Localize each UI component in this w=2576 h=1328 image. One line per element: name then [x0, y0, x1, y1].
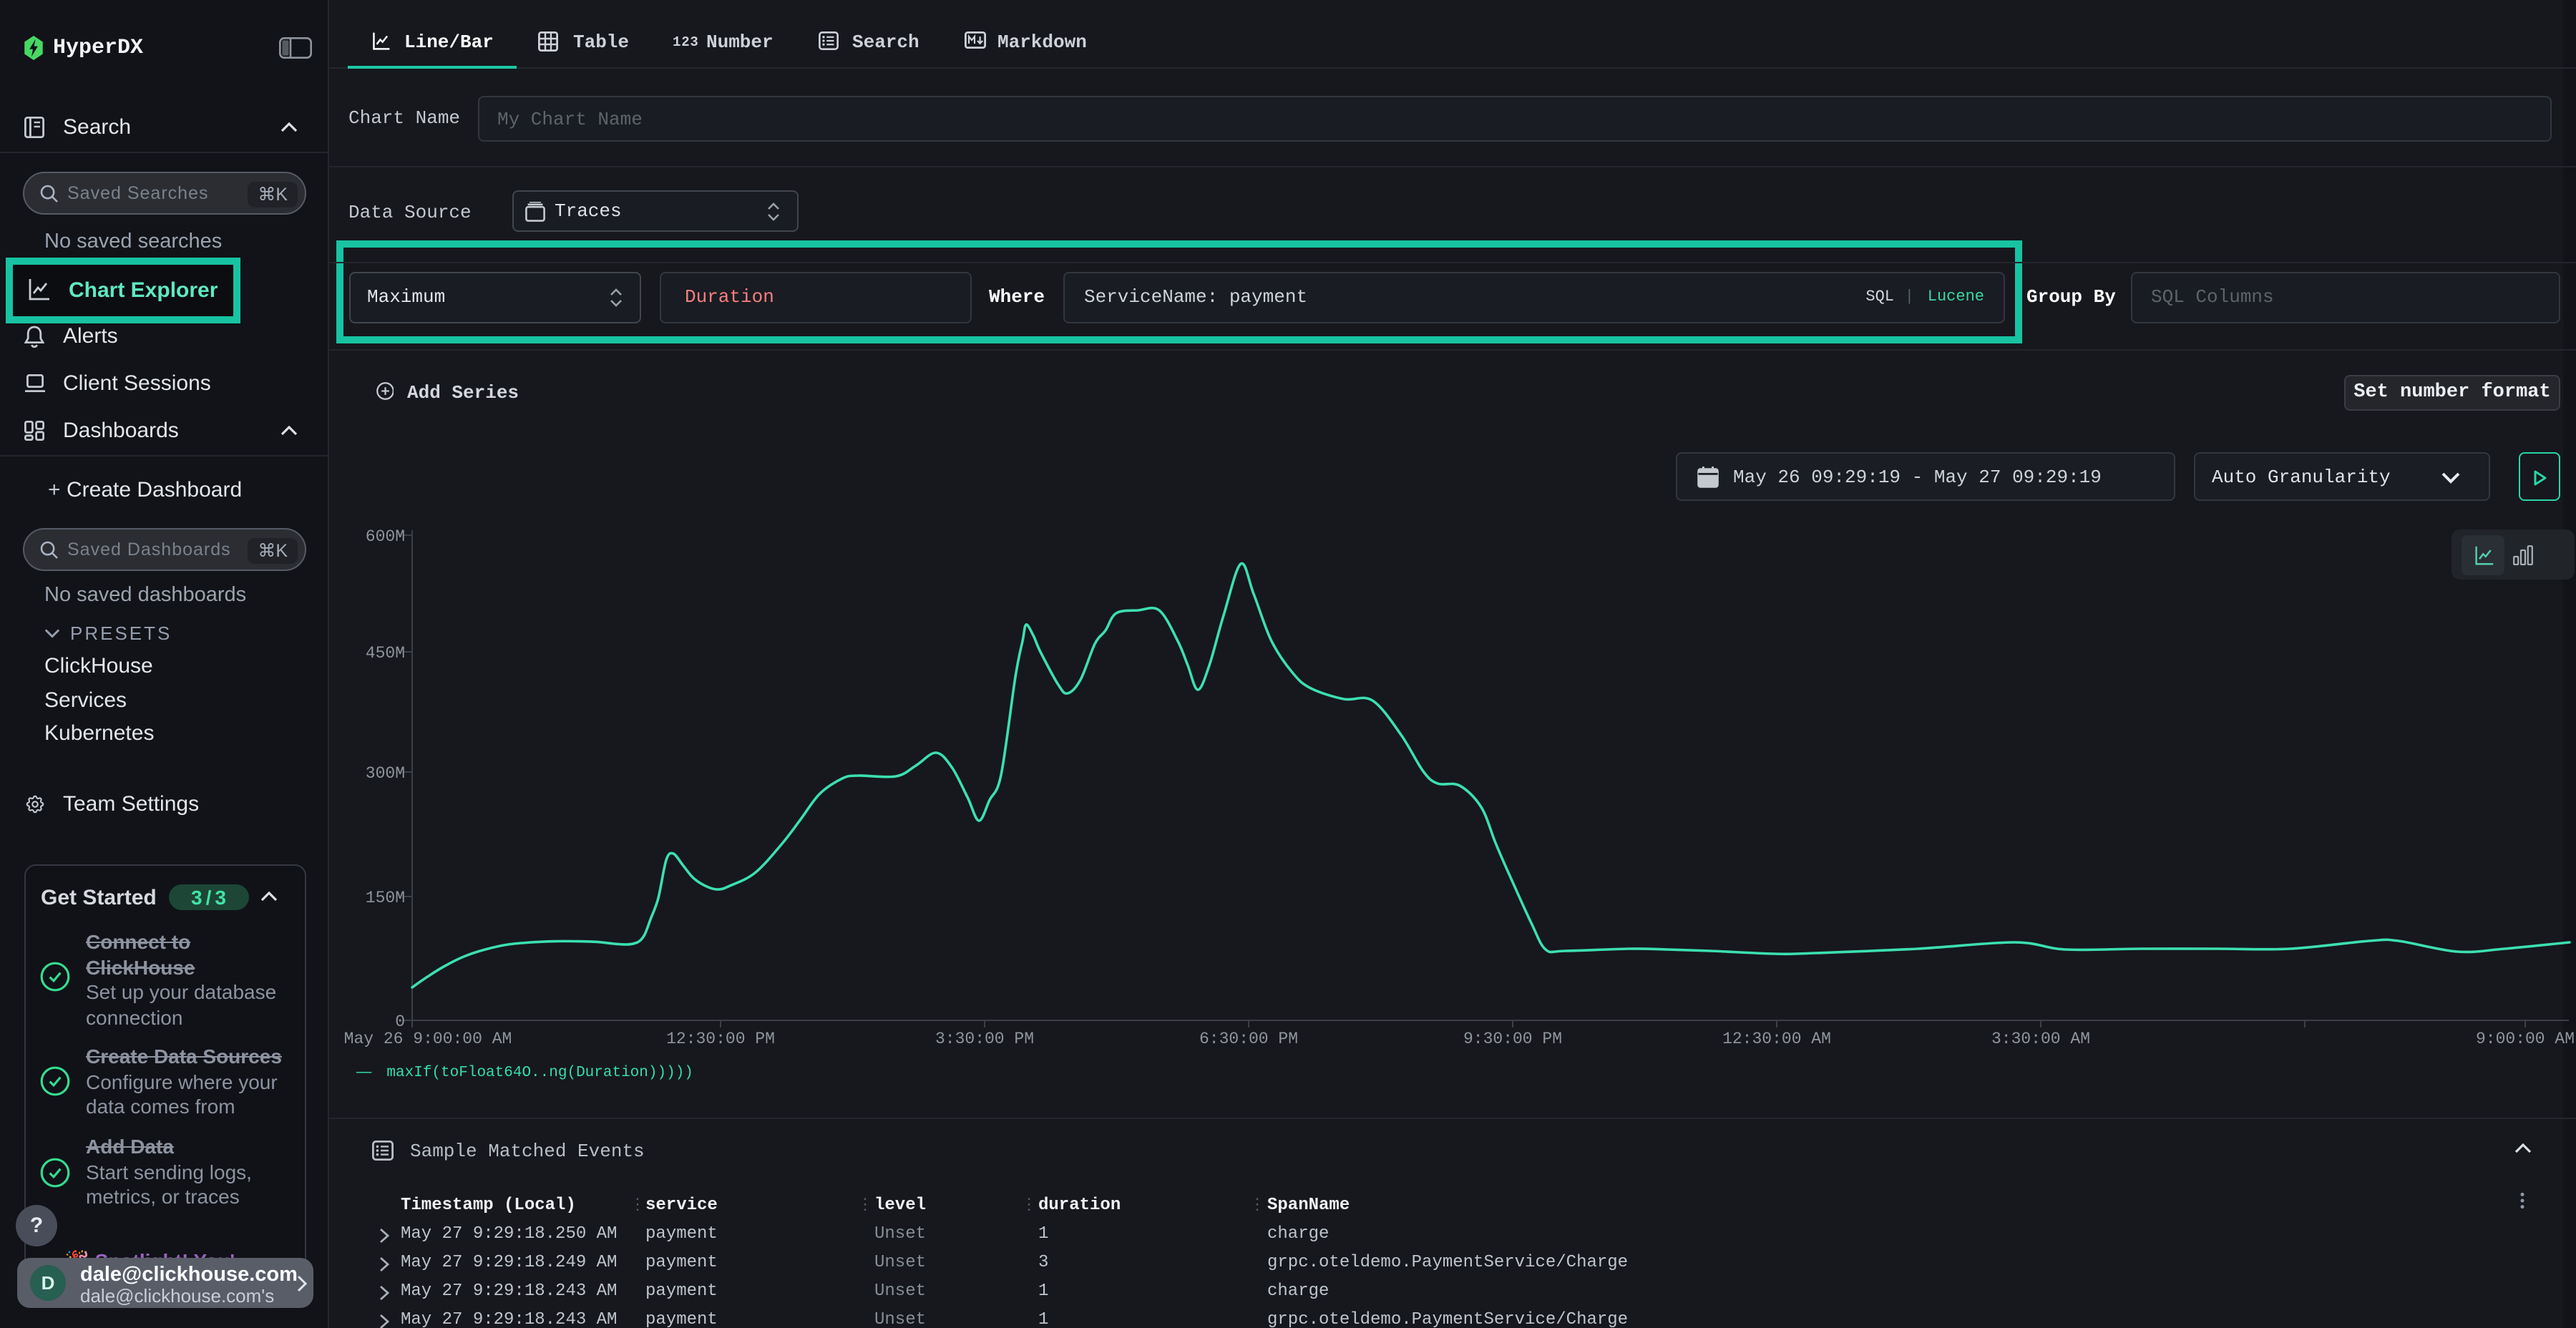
- svg-text:3:30:00 AM: 3:30:00 AM: [1991, 1030, 2090, 1048]
- svg-text:12:30:00 AM: 12:30:00 AM: [1722, 1030, 1831, 1048]
- svg-text:300M: 300M: [366, 764, 405, 783]
- svg-text:9:30:00 PM: 9:30:00 PM: [1463, 1030, 1562, 1048]
- svg-text:3:30:00 PM: 3:30:00 PM: [935, 1030, 1034, 1048]
- svg-text:0: 0: [395, 1012, 405, 1031]
- svg-text:150M: 150M: [366, 889, 405, 907]
- svg-text:450M: 450M: [366, 644, 405, 663]
- svg-text:May 26 9:00:00 AM: May 26 9:00:00 AM: [344, 1030, 512, 1048]
- svg-text:6:30:00 PM: 6:30:00 PM: [1199, 1030, 1298, 1048]
- svg-text:600M: 600M: [366, 527, 405, 546]
- svg-text:9:00:00 AM: 9:00:00 AM: [2476, 1030, 2575, 1048]
- svg-text:12:30:00 PM: 12:30:00 PM: [666, 1030, 775, 1048]
